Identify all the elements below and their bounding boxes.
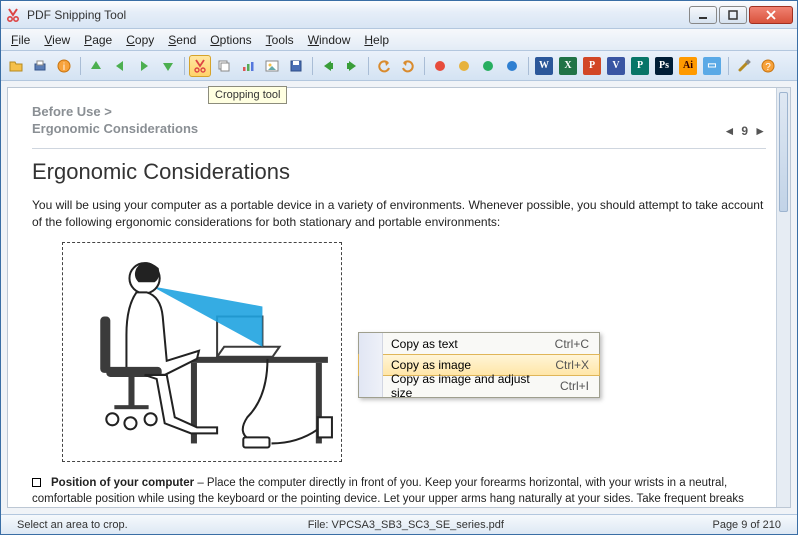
doc-intro: You will be using your computer as a por…: [32, 197, 766, 231]
dot-red-icon[interactable]: [429, 55, 451, 77]
window-title: PDF Snipping Tool: [27, 8, 689, 22]
settings-icon[interactable]: [733, 55, 755, 77]
chart-icon[interactable]: [237, 55, 259, 77]
statusbar: Select an area to crop. File: VPCSA3_SB3…: [1, 514, 797, 534]
menu-send[interactable]: Send: [162, 31, 202, 49]
ergonomic-illustration: [66, 246, 338, 458]
app-window: PDF Snipping Tool File View Page Copy Se…: [0, 0, 798, 535]
breadcrumb-top: Before Use >: [32, 104, 198, 121]
page-next-icon[interactable]: ►: [754, 124, 766, 138]
nav-up-icon[interactable]: [85, 55, 107, 77]
svg-text:?: ?: [765, 62, 771, 73]
status-file: File: VPCSA3_SB3_SC3_SE_series.pdf: [298, 519, 514, 531]
checkbox-icon: [32, 478, 41, 487]
menu-options[interactable]: Options: [204, 31, 257, 49]
titlebar: PDF Snipping Tool: [1, 1, 797, 29]
context-menu: Copy as textCtrl+C Copy as imageCtrl+X C…: [358, 332, 600, 398]
powerpoint-icon[interactable]: P: [581, 55, 603, 77]
status-page: Page 9 of 210: [702, 519, 791, 531]
app-icon: [5, 7, 21, 23]
menu-window[interactable]: Window: [302, 31, 357, 49]
crop-tooltip: Cropping tool: [208, 86, 287, 104]
app-generic-icon[interactable]: ▭: [701, 55, 723, 77]
separator: [365, 55, 371, 77]
dot-green-icon[interactable]: [477, 55, 499, 77]
dot-yellow-icon[interactable]: [453, 55, 475, 77]
rotate-right-icon[interactable]: [341, 55, 363, 77]
open-icon[interactable]: [5, 55, 27, 77]
toolbar: i W X P V P Ps Ai ▭ ?: [1, 51, 797, 81]
word-icon[interactable]: W: [533, 55, 555, 77]
menu-copy[interactable]: Copy: [120, 31, 160, 49]
visio-icon[interactable]: V: [605, 55, 627, 77]
help-icon[interactable]: ?: [757, 55, 779, 77]
window-buttons: [689, 6, 793, 24]
menu-help[interactable]: Help: [358, 31, 395, 49]
menu-tools[interactable]: Tools: [260, 31, 300, 49]
menu-view[interactable]: View: [38, 31, 76, 49]
illustrator-icon[interactable]: Ai: [677, 55, 699, 77]
nav-down-icon[interactable]: [157, 55, 179, 77]
menu-file[interactable]: File: [5, 31, 36, 49]
info-icon[interactable]: i: [53, 55, 75, 77]
minimize-button[interactable]: [689, 6, 717, 24]
doc-heading: Ergonomic Considerations: [32, 159, 766, 185]
ctx-copy-text[interactable]: Copy as textCtrl+C: [359, 333, 599, 355]
status-left: Select an area to crop.: [7, 519, 138, 531]
svg-text:i: i: [63, 62, 65, 73]
separator: [181, 55, 187, 77]
print-icon[interactable]: [29, 55, 51, 77]
menu-page[interactable]: Page: [78, 31, 118, 49]
document-page: Before Use > Ergonomic Considerations ◄ …: [7, 87, 791, 508]
bullet-title: Position of your computer: [51, 477, 194, 489]
separator: [525, 55, 531, 77]
undo-icon[interactable]: [373, 55, 395, 77]
breadcrumb-sub: Ergonomic Considerations: [32, 121, 198, 138]
dot-blue-icon[interactable]: [501, 55, 523, 77]
menubar: File View Page Copy Send Options Tools W…: [1, 29, 797, 51]
copy-icon[interactable]: [213, 55, 235, 77]
content-area: Before Use > Ergonomic Considerations ◄ …: [1, 81, 797, 514]
nav-next-icon[interactable]: [133, 55, 155, 77]
crop-selection[interactable]: [62, 242, 342, 462]
crop-tool-button[interactable]: [189, 55, 211, 77]
redo-icon[interactable]: [397, 55, 419, 77]
scrollbar-thumb[interactable]: [779, 92, 788, 212]
ctx-copy-image-adjust[interactable]: Copy as image and adjust sizeCtrl+I: [359, 375, 599, 397]
separator: [421, 55, 427, 77]
bullet-item: Position of your computer – Place the co…: [32, 476, 766, 508]
separator: [77, 55, 83, 77]
excel-icon[interactable]: X: [557, 55, 579, 77]
scrollbar[interactable]: [776, 88, 790, 507]
page-number: 9: [741, 124, 748, 138]
header-divider: [32, 148, 766, 149]
separator: [309, 55, 315, 77]
nav-prev-icon[interactable]: [109, 55, 131, 77]
breadcrumb: Before Use > Ergonomic Considerations: [32, 104, 198, 138]
save-icon[interactable]: [285, 55, 307, 77]
separator: [725, 55, 731, 77]
photoshop-icon[interactable]: Ps: [653, 55, 675, 77]
maximize-button[interactable]: [719, 6, 747, 24]
page-nav: ◄ 9 ►: [724, 124, 766, 138]
close-button[interactable]: [749, 6, 793, 24]
image-icon[interactable]: [261, 55, 283, 77]
publisher-icon[interactable]: P: [629, 55, 651, 77]
page-header: Before Use > Ergonomic Considerations ◄ …: [8, 88, 790, 144]
rotate-left-icon[interactable]: [317, 55, 339, 77]
page-prev-icon[interactable]: ◄: [724, 124, 736, 138]
